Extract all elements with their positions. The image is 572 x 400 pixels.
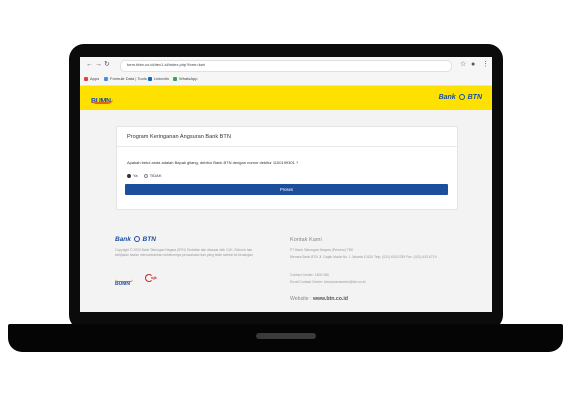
divider xyxy=(117,146,457,147)
address-bar[interactable]: form.bbtn.co.id/dev1-id/index.php?form=k… xyxy=(120,60,452,72)
bookmarks-bar: Apps Formulir Data | Tools LinkedIn What… xyxy=(80,74,492,86)
option-ya[interactable]: Ya xyxy=(127,173,138,178)
answer-options: Ya TIDAK xyxy=(127,173,162,178)
option-tidak[interactable]: TIDAK xyxy=(143,173,162,178)
whatsapp-icon xyxy=(173,76,177,81)
contact-title: Kontak Kami xyxy=(290,237,322,243)
bumn-logo[interactable]: BUMN xyxy=(91,90,116,105)
radio-tidak[interactable] xyxy=(143,173,148,178)
footer-bumn-logo: BUMN xyxy=(115,272,137,287)
star-icon[interactable]: ☆ xyxy=(460,61,466,69)
ojk-logo: ojk xyxy=(145,274,161,283)
bookmark-whatsapp[interactable]: WhatsApp xyxy=(173,76,197,81)
btn-logo[interactable]: Bank BTN xyxy=(439,94,482,101)
profile-icon[interactable]: ● xyxy=(471,61,475,69)
apps-icon xyxy=(84,76,88,81)
footer-logo-mark xyxy=(133,236,140,243)
contact-center: Contact Center: 1500 286 xyxy=(290,273,329,277)
linkedin-icon xyxy=(148,76,152,81)
proses-button[interactable]: Proses xyxy=(125,184,448,195)
reload-icon[interactable]: ↻ xyxy=(104,61,110,69)
btn-logo-mark xyxy=(458,94,465,101)
radio-ya[interactable] xyxy=(127,173,131,178)
laptop-screen: ← → ↻ form.bbtn.co.id/dev1-id/index.php?… xyxy=(80,57,492,312)
copyright-text: Copyright © 2020 Bank Tabungan Negara (B… xyxy=(115,248,253,257)
menu-icon[interactable]: ⋮ xyxy=(482,61,489,69)
site-header xyxy=(80,86,492,110)
form-title: Program Keringanan Angsuran Bank BTN xyxy=(127,134,231,140)
verification-question: Apakah betul anda adalah Bapak gilang, d… xyxy=(127,160,299,165)
back-icon[interactable]: ← xyxy=(86,61,93,69)
company-address: Menara Bank BTN Jl. Gajah Mada No. 1 Jak… xyxy=(290,255,437,259)
website-line: Website : www.btn.co.id xyxy=(290,296,348,302)
url-text: form.bbtn.co.id/dev1-id/index.php?form=k… xyxy=(127,62,205,67)
forward-icon[interactable]: → xyxy=(95,61,102,69)
browser-toolbar: ← → ↻ form.bbtn.co.id/dev1-id/index.php?… xyxy=(80,57,492,75)
bookmark-formulir[interactable]: Formulir Data | Tools xyxy=(104,76,147,81)
form-card: Program Keringanan Angsuran Bank BTN Apa… xyxy=(116,126,458,210)
bookmark-apps[interactable]: Apps xyxy=(84,76,99,81)
bookmark-icon xyxy=(104,76,108,81)
company-name: PT Bank Tabungan Negara (Persero) TBK xyxy=(290,248,354,252)
laptop-notch xyxy=(256,333,316,339)
contact-email[interactable]: Email Contact Center: btncontactcenter@b… xyxy=(290,280,470,285)
bookmark-linkedin[interactable]: LinkedIn xyxy=(148,76,169,81)
website-link[interactable]: www.btn.co.id xyxy=(313,296,348,302)
footer-btn-logo[interactable]: Bank BTN xyxy=(115,236,156,243)
